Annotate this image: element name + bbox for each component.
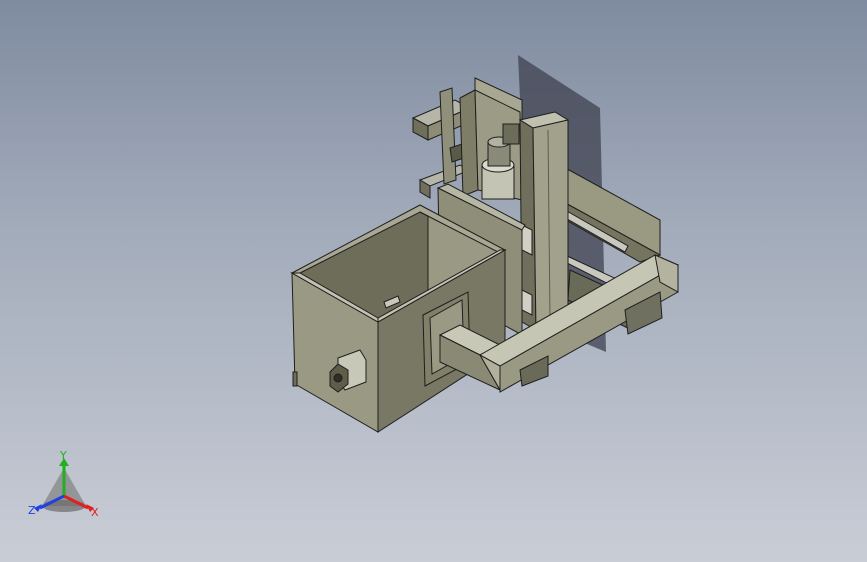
work-box — [290, 204, 507, 433]
side-brackets — [292, 371, 298, 387]
y-axis-label: Y — [59, 449, 67, 462]
triad-cone-base — [42, 500, 86, 512]
column-front — [518, 111, 570, 331]
cnc-machine-model[interactable] — [0, 0, 867, 562]
z-axis-label: Z — [28, 504, 36, 517]
x-axis-label: X — [91, 506, 99, 519]
cad-viewport[interactable]: Y X Z — [0, 0, 867, 562]
orientation-triad[interactable]: Y X Z — [22, 448, 106, 524]
